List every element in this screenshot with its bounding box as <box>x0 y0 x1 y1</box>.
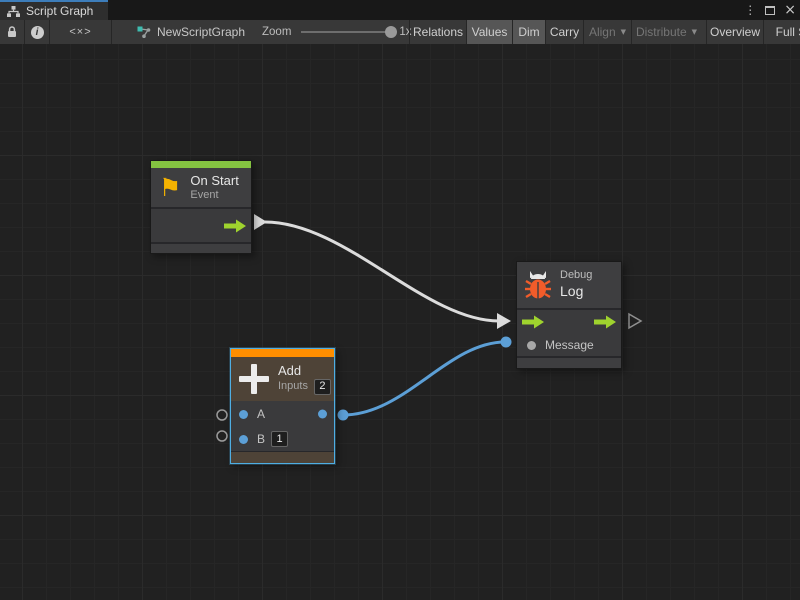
input-port-b[interactable] <box>239 435 248 444</box>
port-label: Message <box>545 338 594 352</box>
flow-output-port-icon[interactable] <box>594 316 616 329</box>
node-port-row <box>151 209 251 242</box>
tab-title: Script Graph <box>26 4 93 18</box>
node-subtitle: Event <box>190 189 238 203</box>
node-header: ⚑ On Start Event <box>151 168 251 207</box>
lock-button[interactable] <box>0 20 25 44</box>
input-port-a[interactable] <box>239 410 248 419</box>
add-a-unconnected-circle[interactable] <box>217 410 227 420</box>
port-label: B <box>257 432 265 446</box>
tab-bar: Script Graph ⋮ × <box>0 0 800 20</box>
lock-icon <box>6 25 18 39</box>
add-b-unconnected-circle[interactable] <box>217 431 227 441</box>
window-menu-icon[interactable]: ⋮ <box>744 4 756 16</box>
debug-message-connector[interactable] <box>501 337 512 348</box>
toolbar-toggles: Relations Values Dim Carry Align ▼ Distr… <box>409 20 800 44</box>
graph-canvas[interactable]: ⚑ On Start Event <box>0 44 800 600</box>
node-title: Add <box>278 363 331 379</box>
window-controls: ⋮ × <box>744 0 796 20</box>
zoom-control: Zoom 1x <box>262 20 412 44</box>
message-port-row: Message <box>517 334 621 356</box>
port-b-value-field[interactable]: 1 <box>271 431 288 447</box>
node-footer <box>231 451 334 463</box>
inputs-count-field[interactable]: 2 <box>314 379 331 395</box>
overview-button[interactable]: Overview <box>706 20 763 44</box>
math-accent-strip <box>231 349 334 357</box>
node-footer <box>151 244 251 253</box>
node-add[interactable]: Add Inputs 2 A B 1 <box>230 348 335 464</box>
node-footer <box>517 358 621 368</box>
close-icon[interactable]: × <box>784 3 796 17</box>
node-title: On Start <box>190 173 238 189</box>
chevron-down-icon: ▼ <box>692 28 697 36</box>
graph-reference[interactable]: NewScriptGraph <box>137 20 245 44</box>
carry-toggle[interactable]: Carry <box>545 20 583 44</box>
graph-name: NewScriptGraph <box>157 25 245 39</box>
port-row-a: A <box>231 401 334 427</box>
graph-tree-icon <box>7 6 20 17</box>
graph-toolbar: i <×> NewScriptGraph Zoom 1x Relations <box>0 20 800 44</box>
flag-icon: ⚑ <box>159 175 181 200</box>
code-preview-icon: <×> <box>69 26 91 38</box>
port-label: A <box>257 407 265 421</box>
node-category: Debug <box>560 269 592 283</box>
flow-port-row <box>517 310 621 334</box>
node-debug-log[interactable]: Debug Log Message <box>516 261 622 369</box>
node-title: Log <box>560 283 592 301</box>
flow-output-port-icon[interactable] <box>224 219 246 232</box>
zoom-slider[interactable] <box>301 31 391 33</box>
plus-icon <box>239 364 269 394</box>
bug-icon <box>525 270 551 300</box>
zoom-label: Zoom <box>262 26 291 38</box>
value-wire[interactable] <box>343 342 505 415</box>
code-preview-button[interactable]: <×> <box>50 20 112 44</box>
tab-script-graph[interactable]: Script Graph <box>0 0 108 20</box>
debug-enter-connector[interactable] <box>497 313 511 329</box>
values-toggle[interactable]: Values <box>466 20 512 44</box>
chevron-down-icon: ▼ <box>621 28 626 36</box>
relations-toggle[interactable]: Relations <box>409 20 466 44</box>
flow-input-port-icon[interactable] <box>522 316 544 329</box>
script-graph-window: Script Graph ⋮ × i <×> <box>0 0 800 600</box>
dim-toggle[interactable]: Dim <box>512 20 545 44</box>
zoom-slider-handle[interactable] <box>385 26 397 38</box>
info-icon: i <box>31 26 44 39</box>
flow-wire[interactable] <box>265 222 499 321</box>
node-subtitle: Inputs <box>278 380 308 394</box>
fullscreen-button[interactable]: Full Screen <box>763 20 800 44</box>
wire-layer <box>0 44 800 600</box>
add-sum-connector[interactable] <box>338 410 349 421</box>
sum-output-port[interactable] <box>318 410 327 419</box>
align-dropdown[interactable]: Align ▼ <box>583 20 631 44</box>
info-button[interactable]: i <box>25 20 50 44</box>
message-input-port[interactable] <box>527 341 536 350</box>
node-on-start[interactable]: ⚑ On Start Event <box>150 160 252 254</box>
node-header: Add Inputs 2 <box>231 357 334 401</box>
port-row-b: B 1 <box>231 427 334 451</box>
debug-exit-unconnected-triangle[interactable] <box>629 314 641 328</box>
script-graph-asset-icon <box>137 26 151 38</box>
maximize-icon[interactable] <box>765 6 775 15</box>
node-header: Debug Log <box>517 262 621 308</box>
event-accent-strip <box>151 161 251 168</box>
distribute-dropdown[interactable]: Distribute ▼ <box>631 20 701 44</box>
